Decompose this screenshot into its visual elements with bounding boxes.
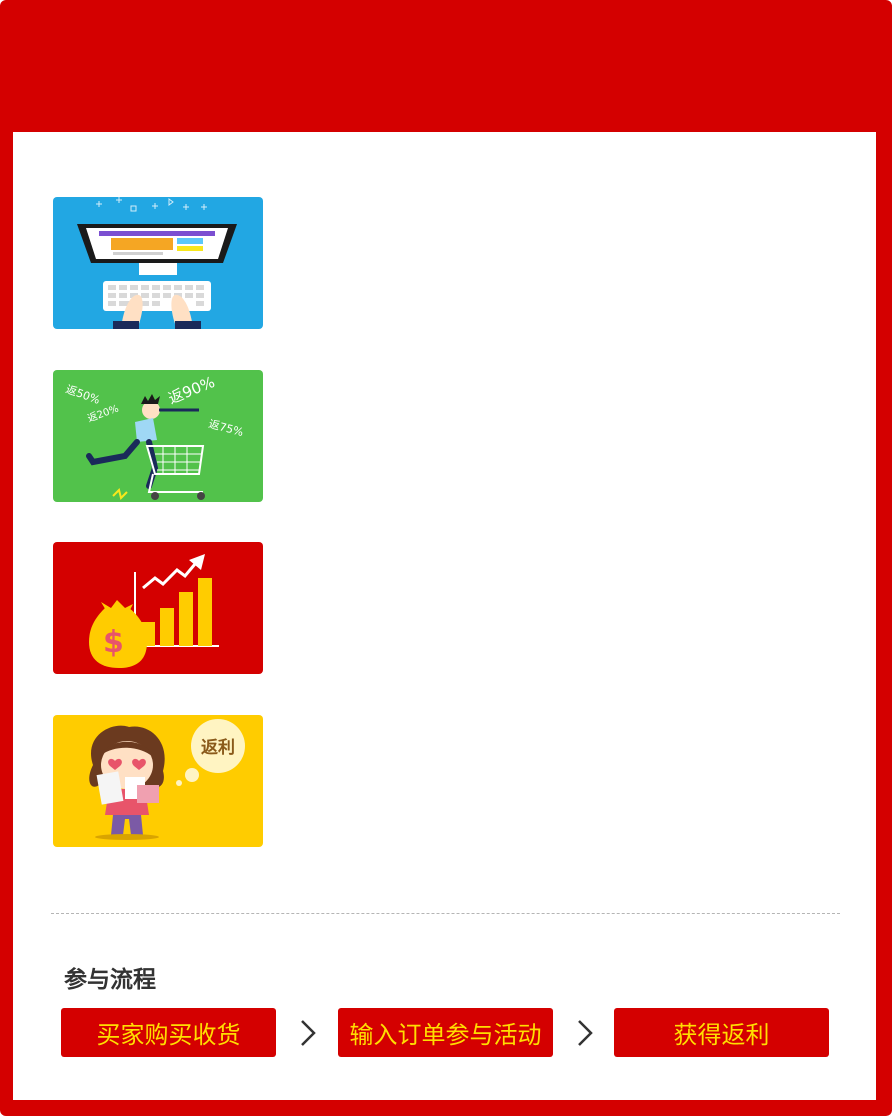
chevron-right-icon	[301, 1020, 316, 1046]
money-growth-illustration: $	[53, 542, 263, 674]
svg-text:返50%: 返50%	[64, 383, 102, 407]
svg-text:$: $	[103, 625, 124, 660]
section-divider	[51, 913, 840, 914]
cashback-shopper-illustration: 返50% 返20% 返90% 返75%	[53, 370, 263, 502]
girl-with-gifts-icon: 返利	[89, 719, 245, 840]
step-enter-order-button[interactable]: 输入订单参与活动	[338, 1008, 553, 1057]
svg-text:返利: 返利	[201, 737, 235, 758]
computer-icon	[77, 197, 237, 329]
svg-text:返90%: 返90%	[166, 373, 218, 408]
svg-text:返20%: 返20%	[86, 403, 120, 425]
process-title: 参与流程	[64, 967, 156, 993]
svg-text:返75%: 返75%	[207, 417, 245, 439]
page-frame: 返50% 返20% 返90% 返75% $ 返利 参与流程 买家购买收货 输入订…	[0, 0, 892, 1116]
content-panel: 返50% 返20% 返90% 返75% $ 返利 参与流程 买家购买收货 输入订…	[13, 132, 876, 1100]
online-shopping-illustration	[53, 197, 263, 329]
happy-girl-rebate-illustration: 返利	[53, 715, 263, 847]
money-bag-icon: $	[89, 554, 219, 668]
step-get-rebate-button[interactable]: 获得返利	[614, 1008, 829, 1057]
step-buy-receive-button[interactable]: 买家购买收货	[61, 1008, 276, 1057]
chevron-right-icon	[578, 1020, 593, 1046]
shopping-cart-icon: 返50% 返20% 返90% 返75%	[64, 373, 245, 500]
